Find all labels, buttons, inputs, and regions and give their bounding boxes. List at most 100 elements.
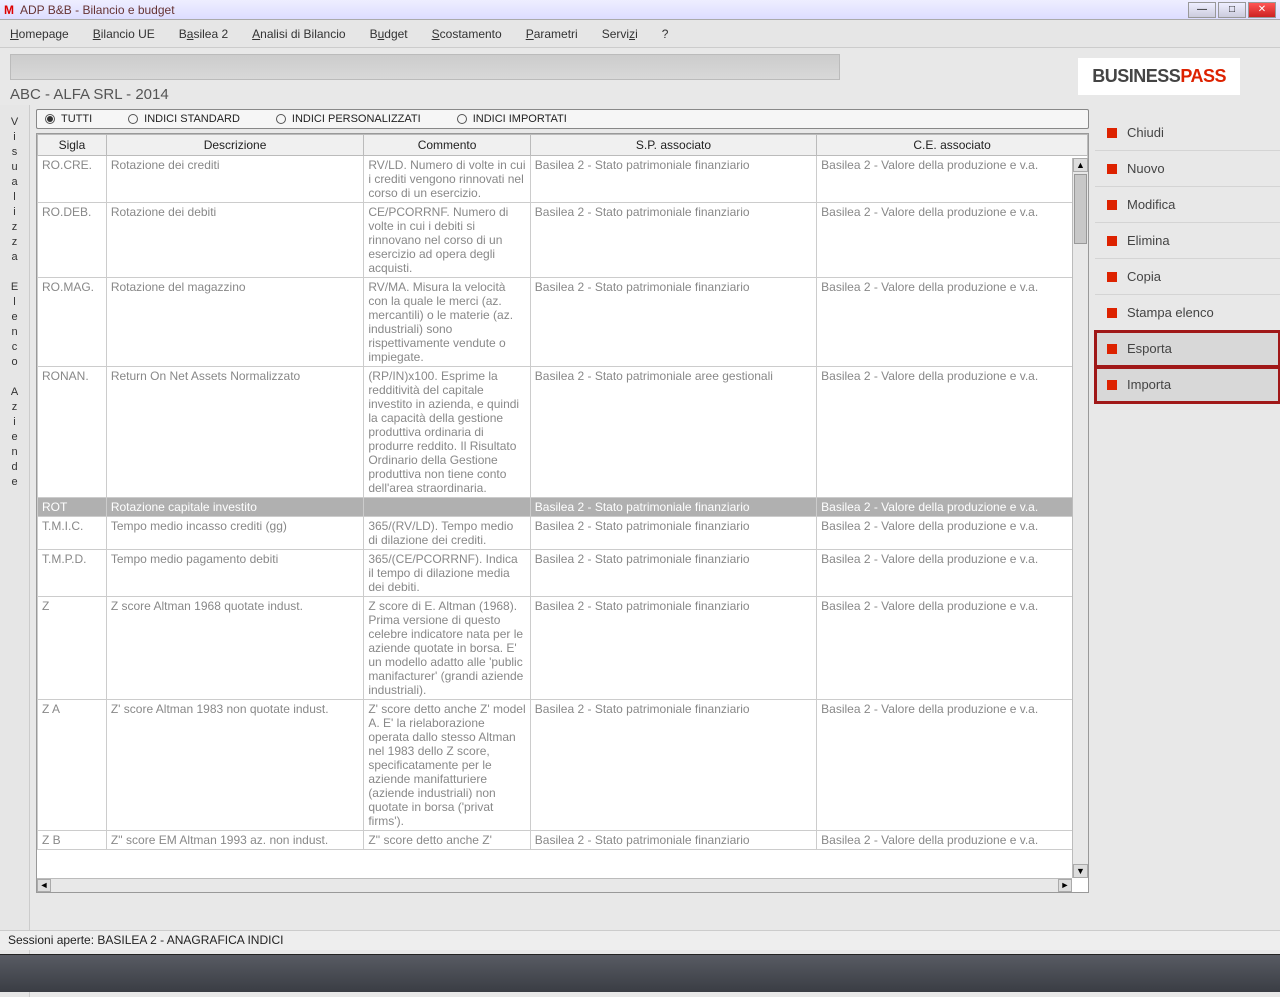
table-cell: Z' score Altman 1983 non quotate indust. xyxy=(106,700,364,831)
action-stampa-elenco[interactable]: Stampa elenco xyxy=(1095,295,1280,331)
radio-indici-personalizzati[interactable]: INDICI PERSONALIZZATI xyxy=(276,113,421,125)
table-cell: RONAN. xyxy=(38,367,107,498)
table-cell xyxy=(364,498,530,517)
square-icon xyxy=(1107,272,1117,282)
toolbar-placeholder xyxy=(10,54,840,80)
os-taskbar[interactable] xyxy=(0,954,1280,992)
radio-indici-standard[interactable]: INDICI STANDARD xyxy=(128,113,240,125)
close-button[interactable]: ✕ xyxy=(1248,2,1276,18)
indices-table: Sigla Descrizione Commento S.P. associat… xyxy=(37,134,1088,850)
square-icon xyxy=(1107,308,1117,318)
menu-analisi[interactable]: Analisi di Bilancio xyxy=(252,27,345,41)
table-row[interactable]: T.M.I.C.Tempo medio incasso crediti (gg)… xyxy=(38,517,1088,550)
menu-budget[interactable]: Budget xyxy=(370,27,408,41)
table-cell: Z score di E. Altman (1968). Prima versi… xyxy=(364,597,530,700)
table-cell: Return On Net Assets Normalizzato xyxy=(106,367,364,498)
radio-icon xyxy=(276,114,286,124)
action-importa[interactable]: Importa xyxy=(1095,367,1280,403)
table-cell: Rotazione del magazzino xyxy=(106,278,364,367)
action-label: Modifica xyxy=(1127,197,1175,212)
action-nuovo[interactable]: Nuovo xyxy=(1095,151,1280,187)
scroll-track[interactable] xyxy=(51,879,1058,892)
action-chiudi[interactable]: Chiudi xyxy=(1095,115,1280,151)
scroll-down-icon[interactable]: ▼ xyxy=(1073,864,1088,878)
action-label: Copia xyxy=(1127,269,1161,284)
menu-basilea-2[interactable]: Basilea 2 xyxy=(179,27,228,41)
square-icon xyxy=(1107,164,1117,174)
vertical-scrollbar[interactable]: ▲ ▼ xyxy=(1072,158,1088,878)
col-sp-associato[interactable]: S.P. associato xyxy=(530,135,816,156)
radio-indici-importati[interactable]: INDICI IMPORTATI xyxy=(457,113,567,125)
table-row[interactable]: RO.DEB.Rotazione dei debitiCE/PCORRNF. N… xyxy=(38,203,1088,278)
table-cell: RV/LD. Numero di volte in cui i crediti … xyxy=(364,156,530,203)
table-cell: 365/(CE/PCORRNF). Indica il tempo di dil… xyxy=(364,550,530,597)
table-cell: Basilea 2 - Stato patrimoniale finanziar… xyxy=(530,517,816,550)
radio-tutti[interactable]: TUTTI xyxy=(45,113,92,125)
menu-servizi[interactable]: Servizi xyxy=(602,27,638,41)
menu-homepage[interactable]: Homepage xyxy=(10,27,69,41)
action-elimina[interactable]: Elimina xyxy=(1095,223,1280,259)
horizontal-scrollbar[interactable]: ◄ ► xyxy=(37,878,1072,892)
action-label: Importa xyxy=(1127,377,1171,392)
table-row[interactable]: RO.MAG.Rotazione del magazzinoRV/MA. Mis… xyxy=(38,278,1088,367)
table-cell: 365/(RV/LD). Tempo medio di dilazione de… xyxy=(364,517,530,550)
window-title: ADP B&B - Bilancio e budget xyxy=(20,3,1188,17)
table-row[interactable]: ROTRotazione capitale investitoBasilea 2… xyxy=(38,498,1088,517)
table-row[interactable]: Z BZ'' score EM Altman 1993 az. non indu… xyxy=(38,831,1088,850)
status-bar: Sessioni aperte: BASILEA 2 - ANAGRAFICA … xyxy=(0,930,1280,950)
col-commento[interactable]: Commento xyxy=(364,135,530,156)
table-row[interactable]: ZZ score Altman 1968 quotate indust.Z sc… xyxy=(38,597,1088,700)
table-cell: Z A xyxy=(38,700,107,831)
table-cell: Basilea 2 - Valore della produzione e v.… xyxy=(817,278,1088,367)
minimize-button[interactable]: — xyxy=(1188,2,1216,18)
scroll-up-icon[interactable]: ▲ xyxy=(1073,158,1088,172)
menu-bilancio-ue[interactable]: Bilancio UE xyxy=(93,27,155,41)
scroll-left-icon[interactable]: ◄ xyxy=(37,879,51,892)
table-row[interactable]: Z AZ' score Altman 1983 non quotate indu… xyxy=(38,700,1088,831)
table-cell: Basilea 2 - Valore della produzione e v.… xyxy=(817,203,1088,278)
col-ce-associato[interactable]: C.E. associato xyxy=(817,135,1088,156)
menu-help[interactable]: ? xyxy=(662,27,669,41)
menu-scostamento[interactable]: Scostamento xyxy=(432,27,502,41)
table-cell: Basilea 2 - Valore della produzione e v.… xyxy=(817,831,1088,850)
table-cell: Tempo medio incasso crediti (gg) xyxy=(106,517,364,550)
app-icon: M xyxy=(4,3,14,17)
radio-icon xyxy=(128,114,138,124)
table-cell: Rotazione dei debiti xyxy=(106,203,364,278)
maximize-button[interactable]: □ xyxy=(1218,2,1246,18)
right-action-panel: ChiudiNuovo Modifica Elimina Copia Stampa el… xyxy=(1095,105,1280,997)
left-vertical-tabs[interactable]: Visualizza Elenco Aziende xyxy=(0,105,30,997)
table-cell: (RP/IN)x100. Esprime la redditività del … xyxy=(364,367,530,498)
col-sigla[interactable]: Sigla xyxy=(38,135,107,156)
menu-parametri[interactable]: Parametri xyxy=(526,27,578,41)
menubar: Homepage Bilancio UE Basilea 2 Analisi d… xyxy=(0,20,1280,48)
scroll-thumb[interactable] xyxy=(1074,174,1087,244)
table-row[interactable]: RO.CRE.Rotazione dei creditiRV/LD. Numer… xyxy=(38,156,1088,203)
table-row[interactable]: RONAN.Return On Net Assets Normalizzato(… xyxy=(38,367,1088,498)
table-cell: Basilea 2 - Stato patrimoniale finanziar… xyxy=(530,156,816,203)
table-cell: Basilea 2 - Valore della produzione e v.… xyxy=(817,498,1088,517)
table-cell: RO.DEB. xyxy=(38,203,107,278)
table-cell: Z'' score EM Altman 1993 az. non indust. xyxy=(106,831,364,850)
col-descrizione[interactable]: Descrizione xyxy=(106,135,364,156)
square-icon xyxy=(1107,128,1117,138)
table-cell: Basilea 2 - Stato patrimoniale aree gest… xyxy=(530,367,816,498)
table-cell: Tempo medio pagamento debiti xyxy=(106,550,364,597)
table-cell: Basilea 2 - Stato patrimoniale finanziar… xyxy=(530,831,816,850)
action-copia[interactable]: Copia xyxy=(1095,259,1280,295)
table-cell: Basilea 2 - Valore della produzione e v.… xyxy=(817,550,1088,597)
table-cell: Z' score detto anche Z' model A. E' la r… xyxy=(364,700,530,831)
indices-table-wrapper: Sigla Descrizione Commento S.P. associat… xyxy=(36,133,1089,893)
square-icon xyxy=(1107,236,1117,246)
table-cell: Basilea 2 - Stato patrimoniale finanziar… xyxy=(530,203,816,278)
table-row[interactable]: T.M.P.D.Tempo medio pagamento debiti365/… xyxy=(38,550,1088,597)
action-esporta[interactable]: Esporta xyxy=(1095,331,1280,367)
table-cell: T.M.P.D. xyxy=(38,550,107,597)
table-cell: T.M.I.C. xyxy=(38,517,107,550)
table-cell: ROT xyxy=(38,498,107,517)
radio-filter-row: TUTTI INDICI STANDARD INDICI PERSONALIZZ… xyxy=(36,109,1089,129)
table-cell: Z'' score detto anche Z' xyxy=(364,831,530,850)
action-label: Elimina xyxy=(1127,233,1170,248)
action-modifica[interactable]: Modifica xyxy=(1095,187,1280,223)
scroll-right-icon[interactable]: ► xyxy=(1058,879,1072,892)
